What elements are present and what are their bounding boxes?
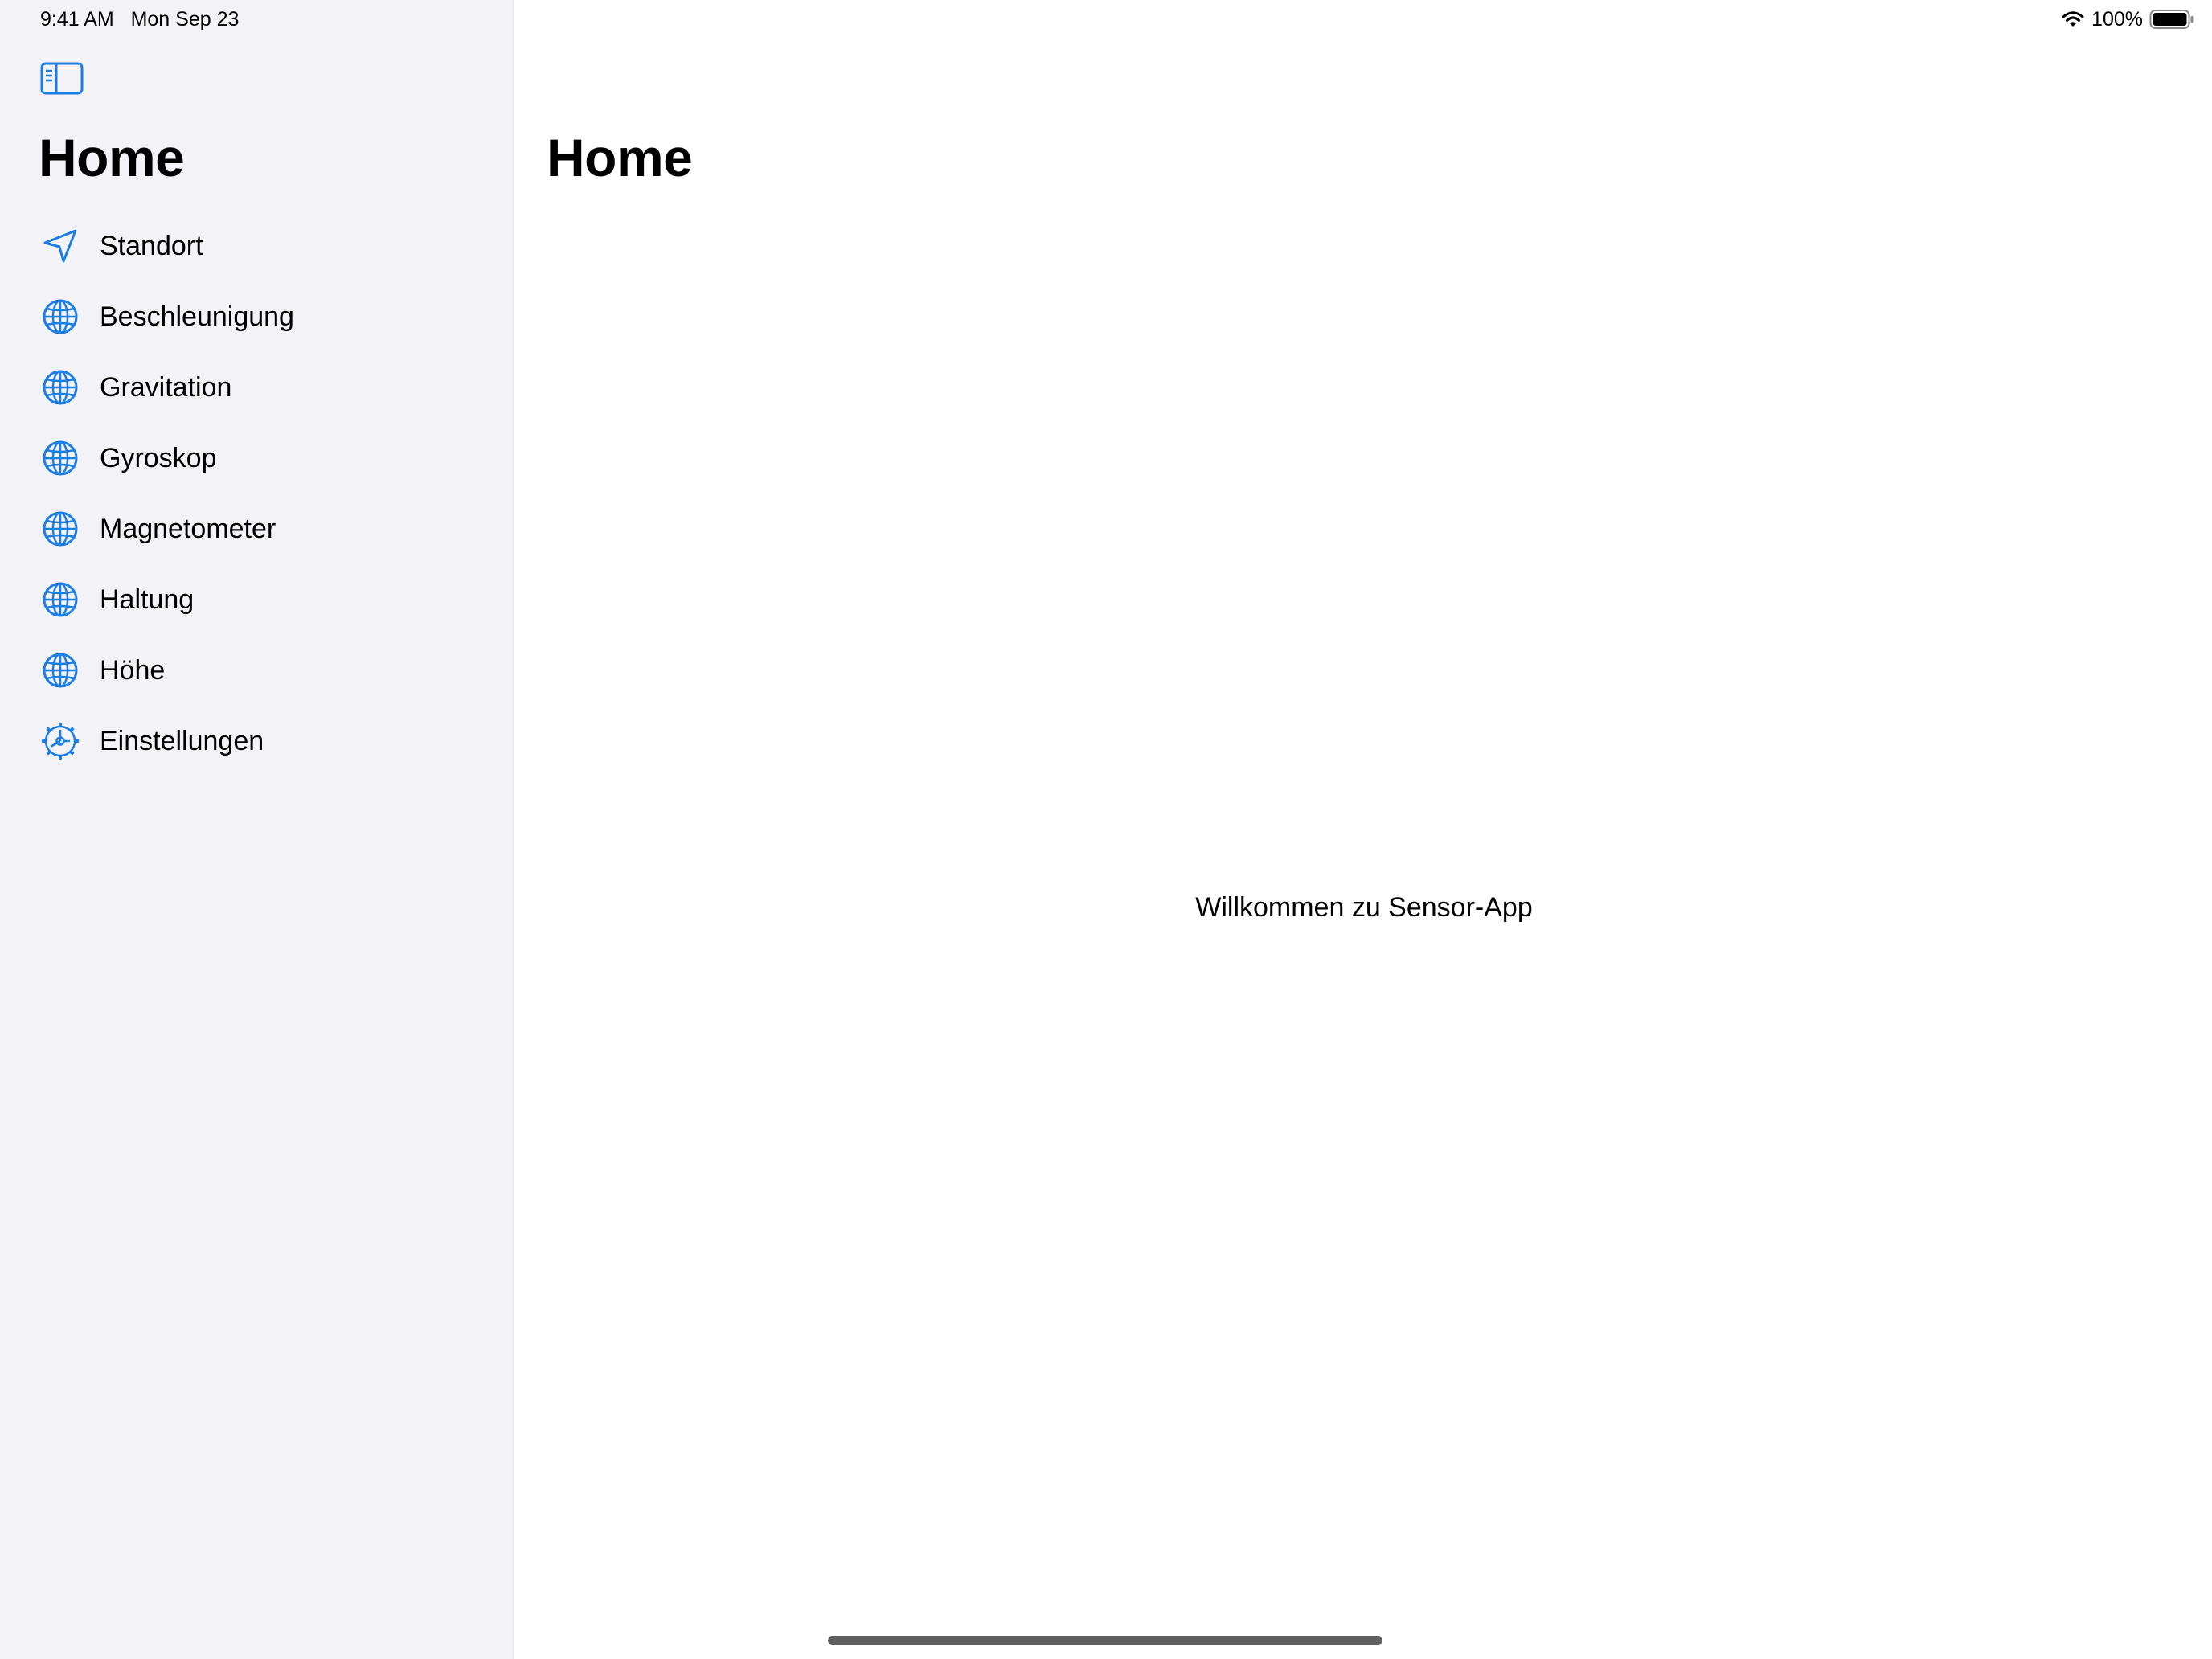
status-date: Mon Sep 23 xyxy=(130,8,240,31)
globe-icon xyxy=(40,509,80,549)
battery-icon xyxy=(2149,9,2194,30)
sidebar-item-label: Gyroskop xyxy=(100,442,217,473)
battery-percent: 100% xyxy=(2091,7,2143,31)
globe-icon xyxy=(40,580,80,620)
sidebar-item-label: Magnetometer xyxy=(100,513,276,544)
sidebar-item-einstellungen[interactable]: Einstellungen xyxy=(0,706,514,776)
sidebar-item-haltung[interactable]: Haltung xyxy=(0,564,514,635)
home-indicator[interactable] xyxy=(828,1636,1382,1645)
sidebar-item-label: Einstellungen xyxy=(100,725,264,756)
location-arrow-icon xyxy=(40,226,80,266)
status-time-date: 9:41 AM Mon Sep 23 xyxy=(40,8,239,31)
sidebar-title: Home xyxy=(39,128,185,187)
sidebar-item-gravitation[interactable]: Gravitation xyxy=(0,352,514,423)
globe-icon xyxy=(40,438,80,478)
sidebar-item-label: Gravitation xyxy=(100,371,232,403)
status-time: 9:41 AM xyxy=(40,8,114,31)
sidebar: 9:41 AM Mon Sep 23 Home Standort Beschle… xyxy=(0,0,514,1659)
sidebar-item-gyroskop[interactable]: Gyroskop xyxy=(0,423,514,494)
status-indicators: 100% xyxy=(2061,6,2194,32)
sidebar-item-label: Beschleunigung xyxy=(100,301,294,332)
gear-icon xyxy=(40,721,80,761)
sidebar-item-label: Höhe xyxy=(100,654,166,686)
sidebar-item-label: Haltung xyxy=(100,584,195,615)
wifi-icon xyxy=(2061,10,2085,29)
globe-icon xyxy=(40,297,80,337)
sidebar-nav-list: Standort Beschleunigung Gravitation Gyro… xyxy=(0,211,514,776)
sidebar-item-label: Standort xyxy=(100,230,203,261)
sidebar-item-magnetometer[interactable]: Magnetometer xyxy=(0,494,514,564)
globe-icon xyxy=(40,650,80,690)
globe-icon xyxy=(40,367,80,408)
sidebar-left-icon[interactable] xyxy=(40,61,85,96)
sidebar-item-hoehe[interactable]: Höhe xyxy=(0,635,514,706)
welcome-text: Willkommen zu Sensor-App xyxy=(1195,892,1533,923)
page-title: Home xyxy=(547,128,693,187)
sidebar-item-standort[interactable]: Standort xyxy=(0,211,514,281)
detail-view: Home Willkommen zu Sensor-App xyxy=(516,0,2212,1659)
sidebar-item-beschleunigung[interactable]: Beschleunigung xyxy=(0,281,514,352)
